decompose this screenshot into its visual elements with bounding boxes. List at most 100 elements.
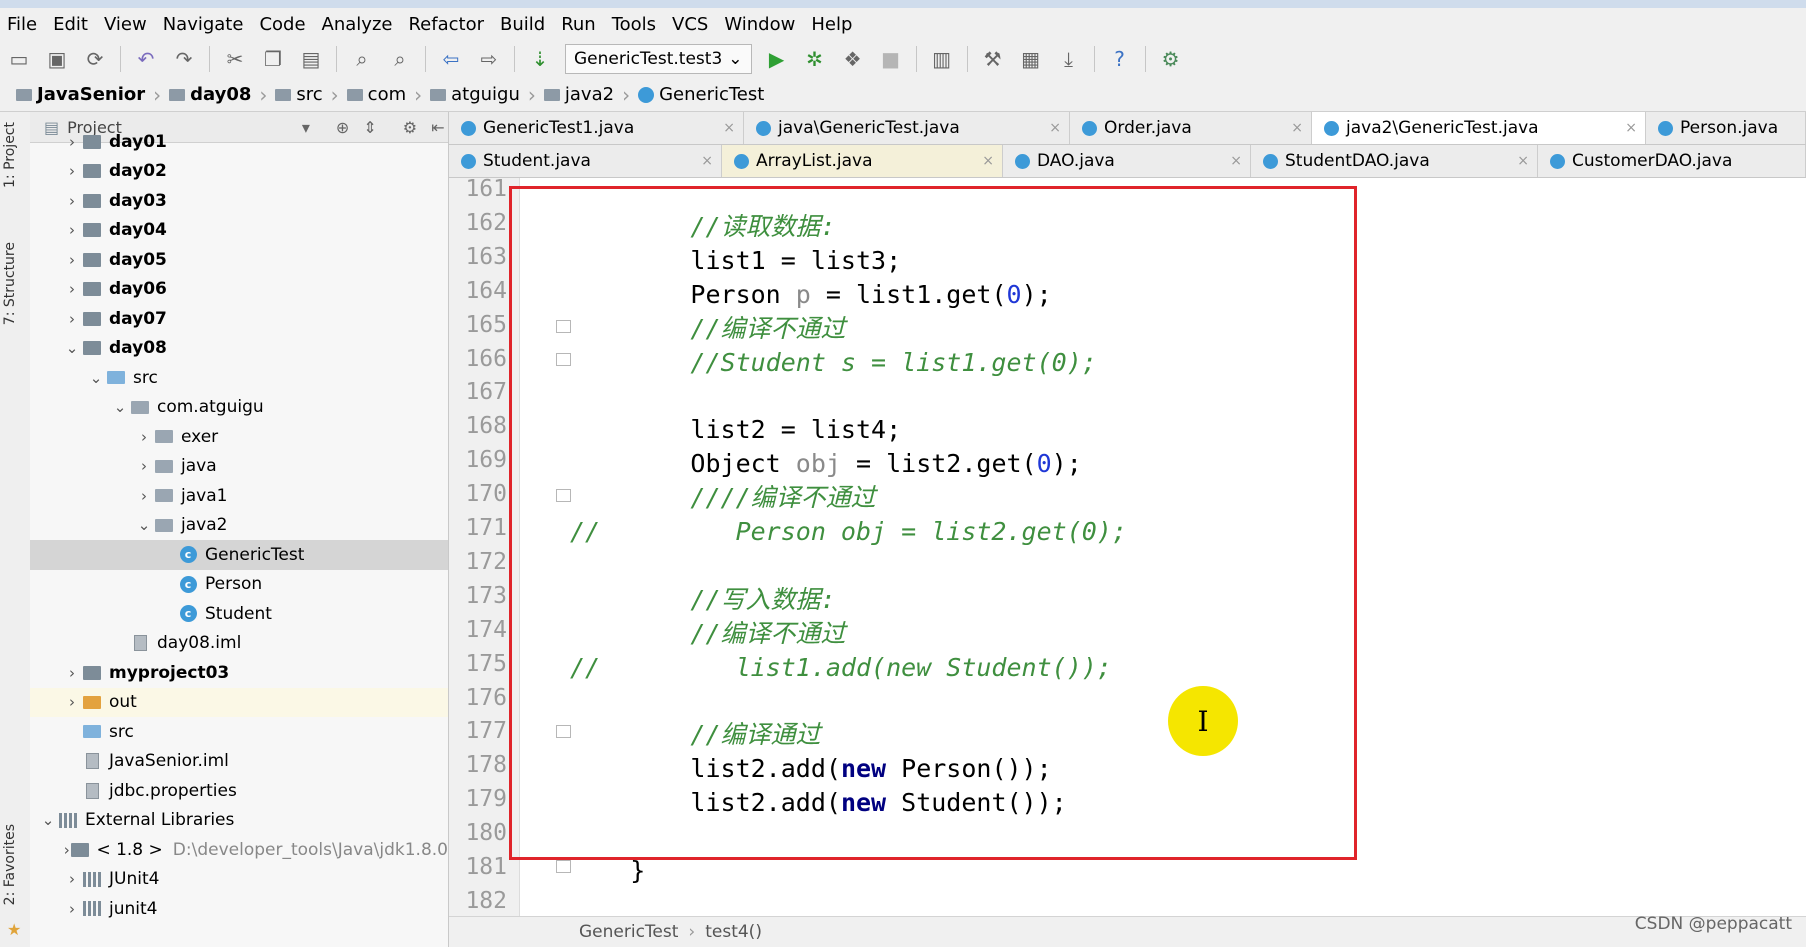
status-method[interactable]: test4() [705,922,762,942]
tree-item--1-8-[interactable]: › < 1.8 > D:\developer_tools\Java\jdk1.8.0 [30,835,448,865]
tree-item-out[interactable]: › out [30,687,448,717]
sdk-download-icon[interactable]: ⤓ [1055,45,1083,73]
editor-tab[interactable]: Student.java × [449,145,722,177]
paste-icon[interactable]: ▤ [297,45,325,73]
close-icon[interactable]: × [723,120,735,136]
settings-icon[interactable]: ⚒ [979,45,1007,73]
menu-tools[interactable]: Tools [605,14,665,35]
save-icon[interactable]: ▣ [43,45,71,73]
close-icon[interactable]: × [1291,120,1303,136]
editor-tab[interactable]: GenericTest1.java × [449,112,744,144]
close-icon[interactable]: × [1517,153,1529,169]
chevron-down-icon[interactable]: ⌄ [38,811,58,829]
tree-item-day08-iml[interactable]: day08.iml [30,629,448,659]
tree-item-student[interactable]: c Student [30,599,448,629]
sync-icon[interactable]: ⟳ [81,45,109,73]
chevron-right-icon[interactable]: › [62,162,82,180]
chevron-right-icon[interactable]: › [62,870,82,888]
vcs-icon[interactable]: ▥ [928,45,956,73]
tree-item-day08[interactable]: ⌄ day08 [30,334,448,364]
tree-item-day06[interactable]: › day06 [30,275,448,305]
tab-structure[interactable]: 7: Structure [2,242,18,325]
editor-tab[interactable]: ArrayList.java × [722,145,1003,177]
tree-item-day02[interactable]: › day02 [30,157,448,187]
tree-item-java2[interactable]: ⌄ java2 [30,511,448,541]
tree-item-junit4[interactable]: › junit4 [30,894,448,924]
editor-tab[interactable]: Person.java [1646,112,1806,144]
build-icon[interactable]: ⇣ [526,45,554,73]
replace-icon[interactable]: ⌕ [386,45,414,73]
chevron-right-icon[interactable]: › [134,457,154,475]
fold-marker-icon[interactable] [556,860,571,873]
help-icon[interactable]: ? [1106,45,1134,73]
breadcrumb-item[interactable]: java2 [540,84,618,105]
tab-project[interactable]: 1: Project [2,122,18,188]
editor-tab[interactable]: java2\GenericTest.java × [1312,112,1646,144]
editor-tab[interactable]: Order.java × [1070,112,1312,144]
plugin-icon[interactable]: ⚙ [1157,45,1185,73]
menu-refactor[interactable]: Refactor [401,14,493,35]
menu-build[interactable]: Build [493,14,554,35]
tree-item-external-libraries[interactable]: ⌄ External Libraries [30,806,448,836]
stop-icon[interactable]: ■ [877,45,905,73]
editor-tab[interactable]: StudentDAO.java × [1251,145,1538,177]
editor-tab[interactable]: DAO.java × [1003,145,1251,177]
tree-item-myproject03[interactable]: › myproject03 [30,658,448,688]
menu-window[interactable]: Window [717,14,804,35]
chevron-right-icon[interactable]: › [62,251,82,269]
menu-analyze[interactable]: Analyze [315,14,402,35]
run-configuration-select[interactable]: GenericTest.test3 ⌄ [565,44,752,74]
project-structure-icon[interactable]: ▦ [1017,45,1045,73]
menu-help[interactable]: Help [804,14,861,35]
chevron-right-icon[interactable]: › [62,841,71,859]
tree-item-java[interactable]: › java [30,452,448,482]
tree-item-junit4[interactable]: › JUnit4 [30,865,448,895]
chevron-right-icon[interactable]: › [62,693,82,711]
menu-file[interactable]: File [0,14,46,35]
find-icon[interactable]: ⌕ [348,45,376,73]
tree-item-person[interactable]: c Person [30,570,448,600]
coverage-icon[interactable]: ❖ [839,45,867,73]
tab-favorites[interactable]: 2: Favorites [2,824,18,905]
copy-icon[interactable]: ❐ [259,45,287,73]
tree-item-day04[interactable]: › day04 [30,216,448,246]
breadcrumb-item[interactable]: com [343,84,410,105]
chevron-right-icon[interactable]: › [62,192,82,210]
status-class[interactable]: GenericTest [579,922,678,942]
redo-icon[interactable]: ↷ [170,45,198,73]
menu-vcs[interactable]: VCS [665,14,717,35]
tree-item-javasenior-iml[interactable]: JavaSenior.iml [30,747,448,777]
tree-item-src[interactable]: ⌄ src [30,363,448,393]
debug-icon[interactable]: ✲ [801,45,829,73]
chevron-down-icon[interactable]: ⌄ [86,369,106,387]
menu-navigate[interactable]: Navigate [156,14,253,35]
chevron-right-icon[interactable]: › [134,428,154,446]
chevron-down-icon[interactable]: ⌄ [62,339,82,357]
chevron-down-icon[interactable]: ⌄ [134,516,154,534]
tree-item-src[interactable]: src [30,717,448,747]
editor-tab[interactable]: CustomerDAO.java [1538,145,1806,177]
chevron-right-icon[interactable]: › [62,664,82,682]
breadcrumb-item[interactable]: atguigu [426,84,524,105]
breadcrumb-item[interactable]: day08 [165,84,255,105]
chevron-right-icon[interactable]: › [62,133,82,151]
chevron-right-icon[interactable]: › [134,487,154,505]
menu-edit[interactable]: Edit [46,14,97,35]
tree-item-com-atguigu[interactable]: ⌄ com.atguigu [30,393,448,423]
tree-item-jdbc-properties[interactable]: jdbc.properties [30,776,448,806]
menu-code[interactable]: Code [252,14,314,35]
menu-run[interactable]: Run [554,14,605,35]
breadcrumb-item[interactable]: JavaSenior [12,84,149,105]
close-icon[interactable]: × [1230,153,1242,169]
breadcrumb-item[interactable]: src [271,84,326,105]
editor-tab[interactable]: java\GenericTest.java × [744,112,1070,144]
tree-item-day03[interactable]: › day03 [30,186,448,216]
tree-item-day07[interactable]: › day07 [30,304,448,334]
cut-icon[interactable]: ✂ [221,45,249,73]
close-icon[interactable]: × [701,153,713,169]
chevron-right-icon[interactable]: › [62,310,82,328]
open-icon[interactable]: ▭ [5,45,33,73]
run-icon[interactable]: ▶ [763,45,791,73]
chevron-right-icon[interactable]: › [62,900,82,918]
chevron-down-icon[interactable]: ⌄ [110,398,130,416]
